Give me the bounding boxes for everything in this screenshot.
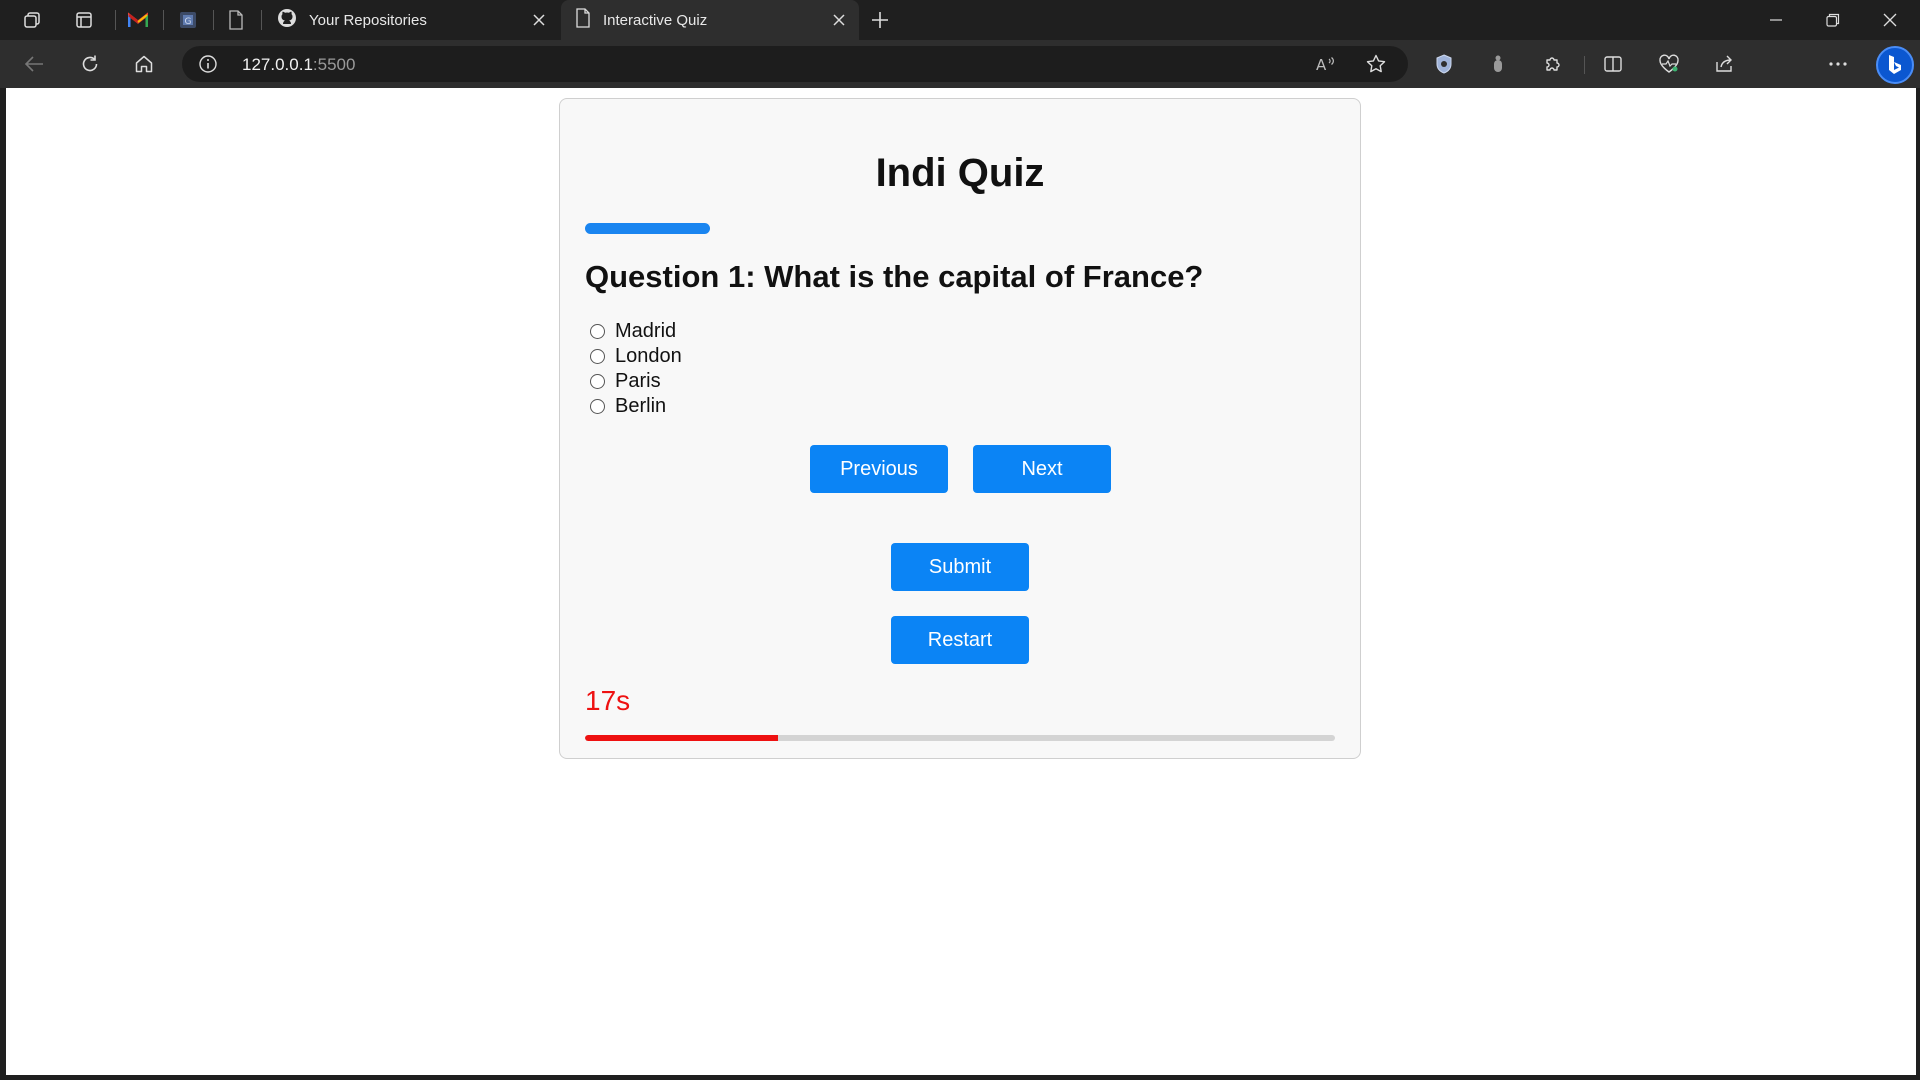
close-icon[interactable] xyxy=(829,10,849,30)
browser-toolbar: 127.0.0.1:5500 A xyxy=(0,40,1920,120)
back-icon[interactable] xyxy=(16,48,52,80)
tab-title: Your Repositories xyxy=(309,11,427,29)
timer-countdown: 17s xyxy=(585,685,631,716)
previous-button[interactable]: Previous xyxy=(810,445,948,493)
shield-icon[interactable] xyxy=(1426,48,1462,80)
option-berlin[interactable]: Berlin xyxy=(590,394,682,419)
answer-options: Madrid London Paris Berlin xyxy=(590,319,682,419)
bing-copilot-icon[interactable] xyxy=(1876,46,1914,84)
submit-button[interactable]: Submit xyxy=(891,543,1029,591)
reload-icon[interactable] xyxy=(72,48,108,80)
radio-button[interactable] xyxy=(590,349,605,364)
option-label: Paris xyxy=(615,370,661,392)
url-text: 127.0.0.1:5500 xyxy=(242,55,356,74)
radio-button[interactable] xyxy=(590,324,605,339)
next-button[interactable]: Next xyxy=(973,445,1111,493)
page-viewport: Indi Quiz Question 1: What is the capita… xyxy=(6,88,1916,1075)
option-label: London xyxy=(615,345,682,367)
close-icon[interactable] xyxy=(529,10,549,30)
split-screen-icon[interactable] xyxy=(1595,48,1631,80)
restart-button[interactable]: Restart xyxy=(891,616,1029,664)
timer-progress-fill xyxy=(585,735,778,741)
question-text: Question 1: What is the capital of Franc… xyxy=(585,259,1204,294)
gmail-icon[interactable] xyxy=(118,4,158,36)
radio-button[interactable] xyxy=(590,374,605,389)
option-label: Madrid xyxy=(615,320,677,342)
info-icon[interactable] xyxy=(198,54,218,74)
option-madrid[interactable]: Madrid xyxy=(590,319,682,344)
option-label: Berlin xyxy=(615,395,667,417)
home-icon[interactable] xyxy=(126,48,162,80)
read-aloud-icon[interactable]: A xyxy=(1310,50,1342,78)
quiz-title: Indi Quiz xyxy=(875,151,1045,195)
tab-your-repositories[interactable]: Your Repositories xyxy=(263,0,559,40)
share-icon[interactable] xyxy=(1706,48,1742,80)
option-london[interactable]: London xyxy=(590,344,682,369)
github-icon xyxy=(277,8,297,33)
favorite-star-icon[interactable] xyxy=(1360,50,1392,78)
question-progress-bar xyxy=(585,223,710,234)
blank-page-icon[interactable] xyxy=(216,4,256,36)
svg-text:A: A xyxy=(1316,56,1327,73)
minimize-icon[interactable] xyxy=(1748,0,1804,40)
option-paris[interactable]: Paris xyxy=(590,369,682,394)
close-window-icon[interactable] xyxy=(1862,0,1918,40)
extensions-puzzle-icon[interactable] xyxy=(1535,48,1571,80)
quiz-card: Indi Quiz Question 1: What is the capita… xyxy=(559,98,1361,759)
address-bar[interactable]: 127.0.0.1:5500 A xyxy=(182,46,1408,82)
radio-button[interactable] xyxy=(590,399,605,414)
google-docs-icon[interactable]: G xyxy=(168,4,208,36)
timer-progress-track xyxy=(585,735,1335,741)
window-bottom-edge xyxy=(0,1075,1920,1080)
tab-interactive-quiz[interactable]: Interactive Quiz xyxy=(561,0,859,40)
restore-icon[interactable] xyxy=(1805,0,1861,40)
extension-dot-icon[interactable] xyxy=(1480,48,1516,80)
tab-actions-icon[interactable] xyxy=(66,4,102,36)
svg-text:G: G xyxy=(185,17,192,27)
page-icon xyxy=(575,7,591,33)
performance-heart-icon[interactable] xyxy=(1651,48,1687,80)
tab-strip: G Your Repositories Interactive Quiz xyxy=(0,0,1920,40)
new-tab-icon[interactable] xyxy=(862,4,898,36)
workspaces-icon[interactable] xyxy=(14,4,50,36)
tab-title: Interactive Quiz xyxy=(603,11,708,29)
more-menu-icon[interactable] xyxy=(1820,48,1856,80)
